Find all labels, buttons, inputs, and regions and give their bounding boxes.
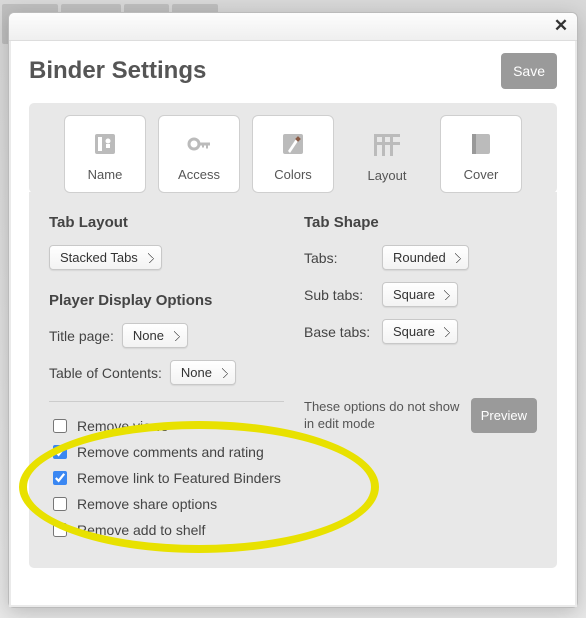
subtabs-shape-select[interactable]: Square	[382, 282, 458, 307]
tabs-shape-select[interactable]: Rounded	[382, 245, 469, 270]
save-button[interactable]: Save	[501, 53, 557, 89]
tab-label: Name	[88, 167, 123, 182]
toc-label: Table of Contents:	[49, 365, 162, 381]
check-label: Remove share options	[77, 496, 217, 512]
preview-note: These options do not show in edit mode	[304, 399, 461, 433]
check-label: Remove views	[77, 418, 168, 434]
checkbox[interactable]	[53, 471, 67, 485]
dialog-body: Binder Settings Save Name Access Colo	[9, 41, 577, 607]
right-column: Tab Shape Tabs: Rounded Sub tabs: Square…	[304, 214, 537, 546]
check-remove-views[interactable]: Remove views	[49, 416, 284, 436]
tab-label: Access	[178, 167, 220, 182]
checkbox[interactable]	[53, 445, 67, 459]
tab-name[interactable]: Name	[64, 115, 146, 193]
page-title: Binder Settings	[29, 57, 206, 85]
remove-options-group: Remove views Remove comments and rating …	[49, 401, 284, 540]
tab-layout[interactable]: Layout	[346, 116, 428, 194]
tab-label: Layout	[367, 168, 406, 183]
tab-label: Colors	[274, 167, 312, 182]
tab-shape-heading: Tab Shape	[304, 214, 537, 231]
tab-layout-select[interactable]: Stacked Tabs	[49, 245, 162, 270]
tab-colors[interactable]: Colors	[252, 115, 334, 193]
check-label: Remove add to shelf	[77, 522, 205, 538]
title-page-select[interactable]: None	[122, 323, 188, 348]
layout-panel: Tab Layout Stacked Tabs Player Display O…	[29, 192, 557, 568]
left-column: Tab Layout Stacked Tabs Player Display O…	[49, 214, 284, 546]
preview-button[interactable]: Preview	[471, 398, 537, 433]
settings-tabstrip: Name Access Colors Layout	[29, 103, 557, 193]
checkbox[interactable]	[53, 523, 67, 537]
tab-layout-heading: Tab Layout	[49, 214, 284, 231]
checkbox[interactable]	[53, 497, 67, 511]
check-label: Remove link to Featured Binders	[77, 470, 281, 486]
dialog-titlebar: ✕	[9, 13, 577, 41]
basetabs-label: Base tabs:	[304, 324, 374, 340]
check-label: Remove comments and rating	[77, 444, 264, 460]
key-icon	[182, 127, 216, 161]
close-icon[interactable]: ✕	[551, 16, 571, 36]
check-remove-featured[interactable]: Remove link to Featured Binders	[49, 468, 284, 488]
brush-icon	[276, 127, 310, 161]
tabs-label: Tabs:	[304, 250, 374, 266]
check-remove-comments[interactable]: Remove comments and rating	[49, 442, 284, 462]
check-remove-shelf[interactable]: Remove add to shelf	[49, 520, 284, 540]
check-remove-share[interactable]: Remove share options	[49, 494, 284, 514]
layout-icon	[370, 128, 404, 162]
player-options-heading: Player Display Options	[49, 292, 284, 309]
checkbox[interactable]	[53, 419, 67, 433]
subtabs-label: Sub tabs:	[304, 287, 374, 303]
cover-icon	[464, 127, 498, 161]
title-page-label: Title page:	[49, 328, 114, 344]
toc-select[interactable]: None	[170, 360, 236, 385]
tab-label: Cover	[464, 167, 499, 182]
tab-cover[interactable]: Cover	[440, 115, 522, 193]
settings-dialog: ✕ Binder Settings Save Name Access	[8, 12, 578, 608]
basetabs-shape-select[interactable]: Square	[382, 319, 458, 344]
tab-access[interactable]: Access	[158, 115, 240, 193]
name-icon	[88, 127, 122, 161]
